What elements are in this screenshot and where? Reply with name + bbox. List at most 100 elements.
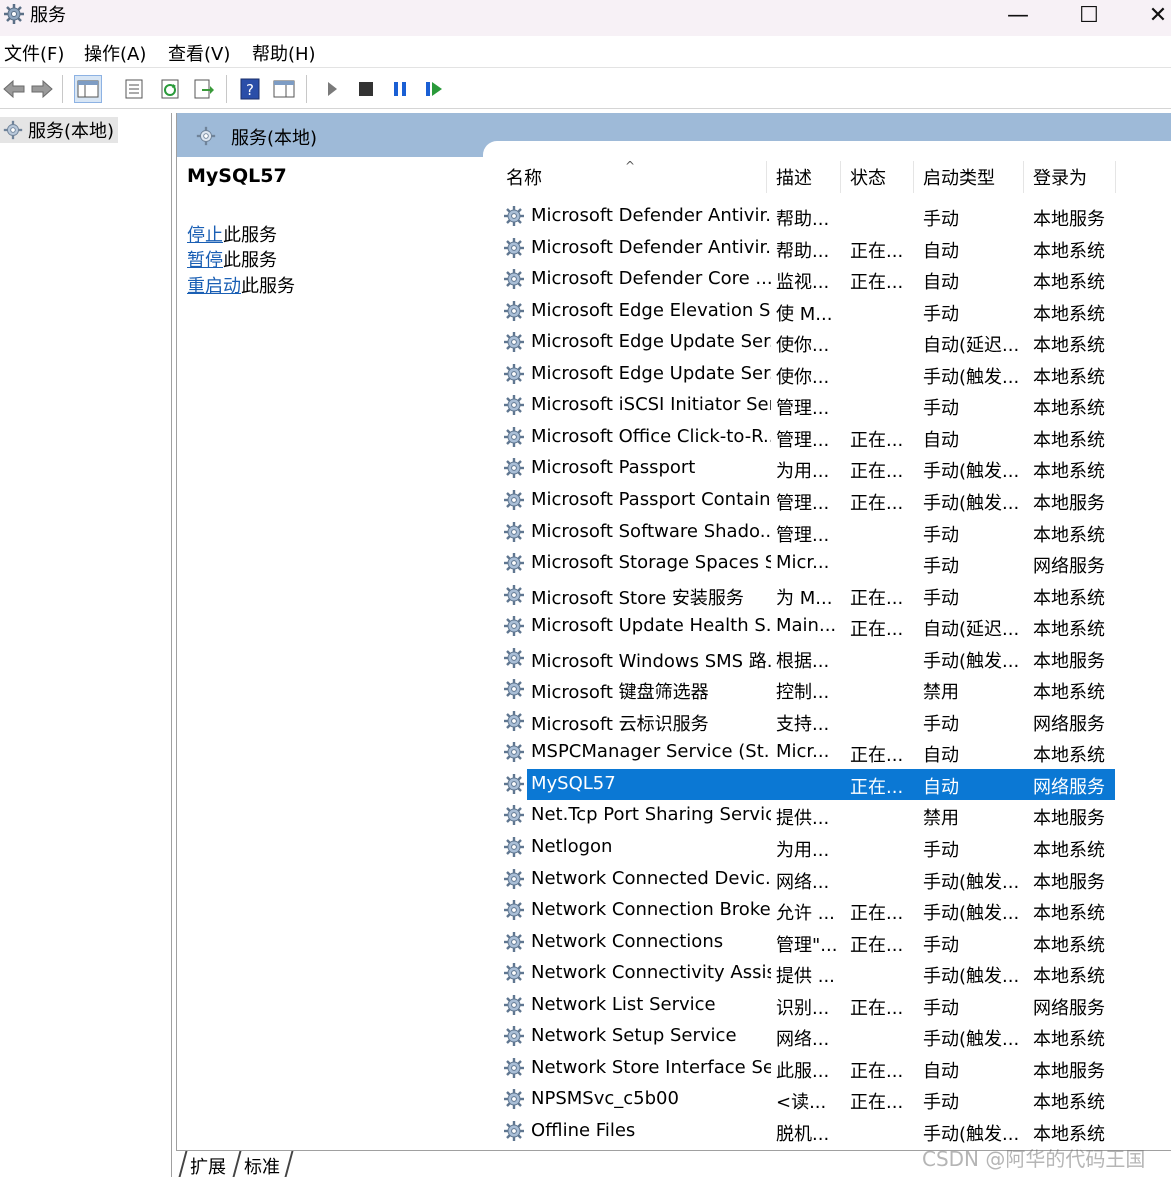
service-gear-icon: [502, 898, 526, 927]
service-name: Network Store Interface Se...: [531, 1056, 771, 1078]
service-gear-icon: [502, 425, 526, 454]
table-row[interactable]: MSPCManager Service (St... Micr... 正在... 自动…: [497, 737, 1117, 768]
close-button[interactable]: ✕: [1130, 0, 1171, 30]
service-detail: MySQL57 停止此服务 暂停此服务 重启动此服务: [187, 165, 487, 297]
column-header-name[interactable]: 名称 ^: [497, 159, 767, 193]
table-row[interactable]: Microsoft Passport 为用... 正在... 手动(触发... 本地系统: [497, 453, 1117, 484]
service-name: Microsoft Storage Spaces S...: [531, 552, 771, 574]
service-startup-type: 手动(触发...: [923, 461, 1020, 483]
back-icon[interactable]: [0, 75, 28, 103]
column-header-logon-as[interactable]: 登录为: [1024, 161, 1116, 193]
forward-icon[interactable]: [28, 75, 56, 103]
tab-standard[interactable]: 标准: [244, 1153, 280, 1177]
table-row[interactable]: Microsoft Storage Spaces S... Micr... 手动 网络…: [497, 548, 1117, 579]
service-name: Network Connected Devic...: [531, 867, 771, 889]
service-status: 正在...: [850, 492, 904, 514]
table-row[interactable]: Microsoft Windows SMS 路... 根据... 手动(触发... 本…: [497, 643, 1117, 674]
stop-service-icon[interactable]: [352, 75, 380, 103]
table-row[interactable]: Net.Tcp Port Sharing Service 提供... 禁用 本地服务: [497, 800, 1117, 831]
table-row[interactable]: Microsoft Store 安装服务 为 M... 正在... 手动 本地系统: [497, 580, 1117, 611]
table-row[interactable]: Microsoft Software Shado... 管理... 手动 本地系统: [497, 517, 1117, 548]
service-startup-type: 自动(延迟...: [923, 619, 1020, 641]
service-logon-as: 本地服务: [1033, 1060, 1105, 1082]
service-description: 使你...: [776, 335, 830, 357]
service-gear-icon: [502, 709, 526, 738]
services-table: 名称 ^ 描述 状态 启动类型 登录为 Microsoft Defender A…: [497, 157, 1171, 1147]
tree-node-local-services[interactable]: 服务(本地): [0, 117, 118, 143]
service-description: 管理"...: [776, 934, 838, 956]
table-row[interactable]: Microsoft 云标识服务 支持... 手动 网络服务: [497, 706, 1117, 737]
table-row[interactable]: Microsoft iSCSI Initiator Ser... 管理... 手动 本…: [497, 390, 1117, 421]
table-row[interactable]: Microsoft Edge Update Ser... 使你... 自动(延迟..…: [497, 327, 1117, 358]
service-description: 此服...: [776, 1060, 830, 1082]
service-logon-as: 本地系统: [1033, 524, 1105, 546]
properties-icon[interactable]: [120, 75, 148, 103]
services-gear-icon: [195, 125, 217, 152]
column-header-status[interactable]: 状态: [841, 161, 914, 193]
restart-link[interactable]: 重启动: [187, 276, 241, 297]
service-description: 为用...: [776, 461, 830, 483]
table-row[interactable]: Network Connected Devic... 网络... 手动(触发... 本…: [497, 864, 1117, 895]
refresh-icon[interactable]: [156, 75, 184, 103]
table-row[interactable]: Microsoft Passport Container 管理... 正在... 手动…: [497, 485, 1117, 516]
tree-node-label: 服务(本地): [28, 121, 115, 142]
stop-action-text: 此服务: [223, 225, 277, 246]
table-row[interactable]: Microsoft Edge Update Ser... 使你... 手动(触发..…: [497, 359, 1117, 390]
table-row[interactable]: Microsoft Office Click-to-R... 管理... 正在...…: [497, 422, 1117, 453]
service-logon-as: 本地服务: [1033, 871, 1105, 893]
service-logon-as: 本地系统: [1033, 1092, 1105, 1114]
export-icon[interactable]: [190, 75, 218, 103]
table-row[interactable]: Network List Service 识别... 正在... 手动 网络服务: [497, 990, 1117, 1021]
start-service-icon[interactable]: [318, 75, 346, 103]
table-row[interactable]: Microsoft Defender Antivir... 帮助... 手动 本地服务: [497, 201, 1117, 232]
service-gear-icon: [502, 393, 526, 422]
menu-action[interactable]: 操作(A): [84, 40, 146, 66]
minimize-button[interactable]: —: [990, 0, 1046, 30]
service-startup-type: 手动: [923, 840, 959, 861]
table-row[interactable]: Microsoft Defender Antivir... 帮助... 正在... 自…: [497, 233, 1117, 264]
service-logon-as: 本地服务: [1033, 492, 1105, 514]
service-name: Microsoft Defender Antivir...: [531, 236, 771, 258]
service-name: Microsoft Edge Elevation S...: [531, 299, 771, 321]
table-row[interactable]: Netlogon 为用... 手动 本地系统: [497, 832, 1117, 863]
restart-service-action: 重启动此服务: [187, 272, 295, 298]
service-startup-type: 自动: [923, 272, 959, 294]
tab-extended[interactable]: 扩展: [190, 1153, 226, 1177]
service-name: Microsoft Office Click-to-R...: [531, 425, 771, 447]
table-row[interactable]: Microsoft Update Health S... Main... 正在...…: [497, 611, 1117, 642]
service-logon-as: 本地系统: [1033, 398, 1105, 420]
table-row[interactable]: Network Connection Broker 允许 ... 正在... 手动(触…: [497, 895, 1117, 926]
view-icon[interactable]: [270, 75, 298, 103]
service-description: 允许 ...: [776, 903, 835, 925]
column-header-description[interactable]: 描述: [767, 161, 841, 193]
menu-help[interactable]: 帮助(H): [252, 40, 316, 66]
maximize-button[interactable]: ☐: [1061, 0, 1117, 30]
service-status: 正在...: [850, 272, 904, 294]
table-row[interactable]: Microsoft Edge Elevation S... 使 M... 手动 本地系…: [497, 296, 1117, 327]
console-tree-icon[interactable]: [74, 75, 102, 103]
service-startup-type: 手动(触发...: [923, 966, 1020, 988]
menu-file[interactable]: 文件(F): [4, 40, 64, 66]
service-gear-icon: [502, 236, 526, 265]
service-name: Microsoft Software Shado...: [531, 520, 771, 542]
service-gear-icon: [502, 456, 526, 485]
table-row[interactable]: NPSMSvc_c5b00 <读... 正在... 手动 本地系统: [497, 1084, 1117, 1115]
table-row[interactable]: Network Store Interface Se... 此服... 正在... 自…: [497, 1053, 1117, 1084]
service-logon-as: 本地系统: [1033, 1029, 1105, 1051]
column-header-startup-type[interactable]: 启动类型: [914, 161, 1024, 193]
table-row[interactable]: Microsoft Defender Core ... 监视... 正在... 自动 本…: [497, 264, 1117, 295]
pause-service-icon[interactable]: [386, 75, 414, 103]
table-row[interactable]: Microsoft 键盘筛选器 控制... 禁用 本地系统: [497, 674, 1117, 705]
stop-link[interactable]: 停止: [187, 225, 223, 246]
service-description: 帮助...: [776, 240, 830, 262]
resume-service-icon[interactable]: [420, 75, 448, 103]
table-row[interactable]: MySQL57 正在... 自动 网络服务: [497, 768, 1117, 800]
service-description: 脱机...: [776, 1123, 830, 1145]
service-status: 正在...: [850, 1092, 904, 1114]
table-row[interactable]: Network Connections 管理"... 正在... 手动 本地系统: [497, 927, 1117, 958]
help-icon[interactable]: ?: [236, 75, 264, 103]
menu-view[interactable]: 查看(V): [168, 40, 230, 66]
table-row[interactable]: Network Setup Service 网络... 手动(触发... 本地系统: [497, 1021, 1117, 1052]
pause-link[interactable]: 暂停: [187, 250, 223, 271]
table-row[interactable]: Network Connectivity Assis... 提供 ... 手动(触发…: [497, 958, 1117, 989]
